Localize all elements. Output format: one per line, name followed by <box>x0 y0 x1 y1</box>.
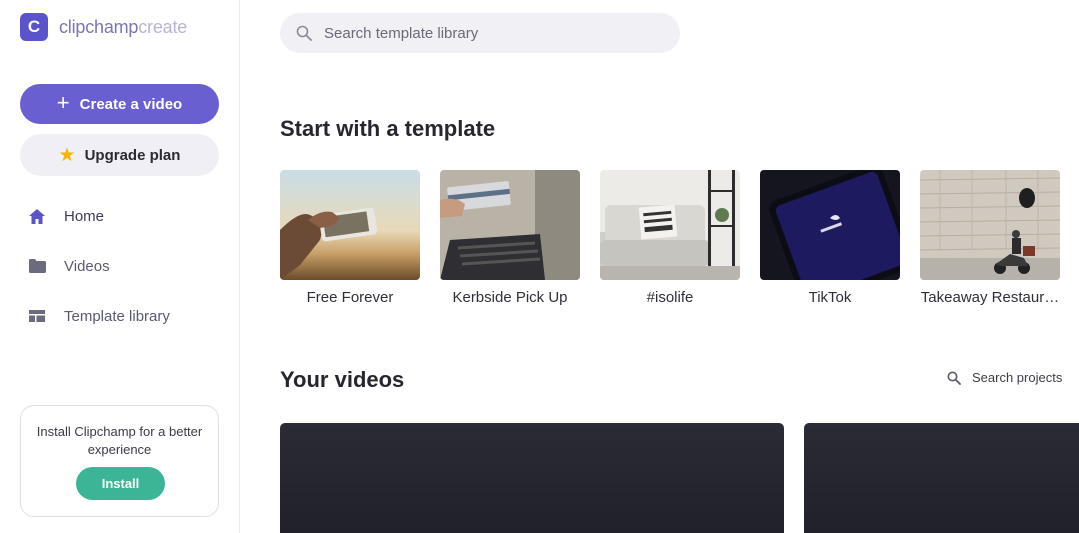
create-video-label: Create a video <box>79 95 183 113</box>
install-promo-card: Install Clipchamp for a better experienc… <box>20 405 219 517</box>
template-card-isolife[interactable]: #isolife <box>600 170 740 306</box>
template-thumbnail <box>760 170 900 280</box>
app-name: clipchampcreate <box>59 17 187 38</box>
install-promo-text: Install Clipchamp for a better experienc… <box>36 424 203 457</box>
sidebar-item-videos[interactable]: Videos <box>28 257 110 275</box>
template-label: Takeaway Restaur… <box>920 289 1060 306</box>
install-button[interactable]: Install <box>76 467 165 500</box>
template-thumbnail <box>280 170 420 280</box>
search-projects-button[interactable]: Search projects <box>947 370 1062 385</box>
template-thumbnail <box>440 170 580 280</box>
search-projects-label: Search projects <box>972 370 1063 385</box>
template-label: TikTok <box>808 289 852 306</box>
sidebar-item-label: Template library <box>64 307 170 325</box>
template-card-takeaway-restaurant[interactable]: Takeaway Restaur… <box>920 170 1060 306</box>
sidebar-item-home[interactable]: Home <box>28 207 104 225</box>
video-card[interactable] <box>804 423 1079 533</box>
search-icon <box>296 25 312 41</box>
plus-icon: + <box>56 90 70 115</box>
template-label: #isolife <box>646 289 694 306</box>
template-thumbnail <box>600 170 740 280</box>
sidebar-item-label: Videos <box>64 257 110 275</box>
templates-section-title: Start with a template <box>280 116 496 141</box>
videos-section-title: Your videos <box>280 367 405 392</box>
template-label: Free Forever <box>306 289 394 306</box>
template-card-tiktok[interactable]: TikTok <box>760 170 900 306</box>
clipchamp-logo-icon: C <box>20 13 48 41</box>
video-card[interactable] <box>280 423 784 533</box>
search-icon <box>947 371 961 385</box>
app-logo[interactable]: C clipchampcreate <box>20 13 187 41</box>
template-card-kerbside-pick-up[interactable]: Kerbside Pick Up <box>440 170 580 306</box>
create-video-button[interactable]: + Create a video <box>20 84 219 124</box>
sidebar: C clipchampcreate + Create a video ★ Upg… <box>0 0 240 533</box>
upgrade-plan-button[interactable]: ★ Upgrade plan <box>20 134 219 176</box>
app-name-bold: clipchamp <box>59 16 139 37</box>
template-label: Kerbside Pick Up <box>452 289 568 306</box>
home-icon <box>28 207 46 225</box>
upgrade-plan-label: Upgrade plan <box>84 146 181 164</box>
star-icon: ★ <box>58 144 76 166</box>
sidebar-item-label: Home <box>64 207 105 225</box>
template-search-input[interactable] <box>324 24 654 42</box>
template-thumbnail <box>920 170 1060 280</box>
sidebar-item-template-library[interactable]: Template library <box>28 307 170 325</box>
folder-icon <box>28 257 46 275</box>
app-name-light: create <box>138 16 188 37</box>
template-search-bar <box>280 13 680 53</box>
template-icon <box>28 307 46 325</box>
template-card-free-forever[interactable]: Free Forever <box>280 170 420 306</box>
